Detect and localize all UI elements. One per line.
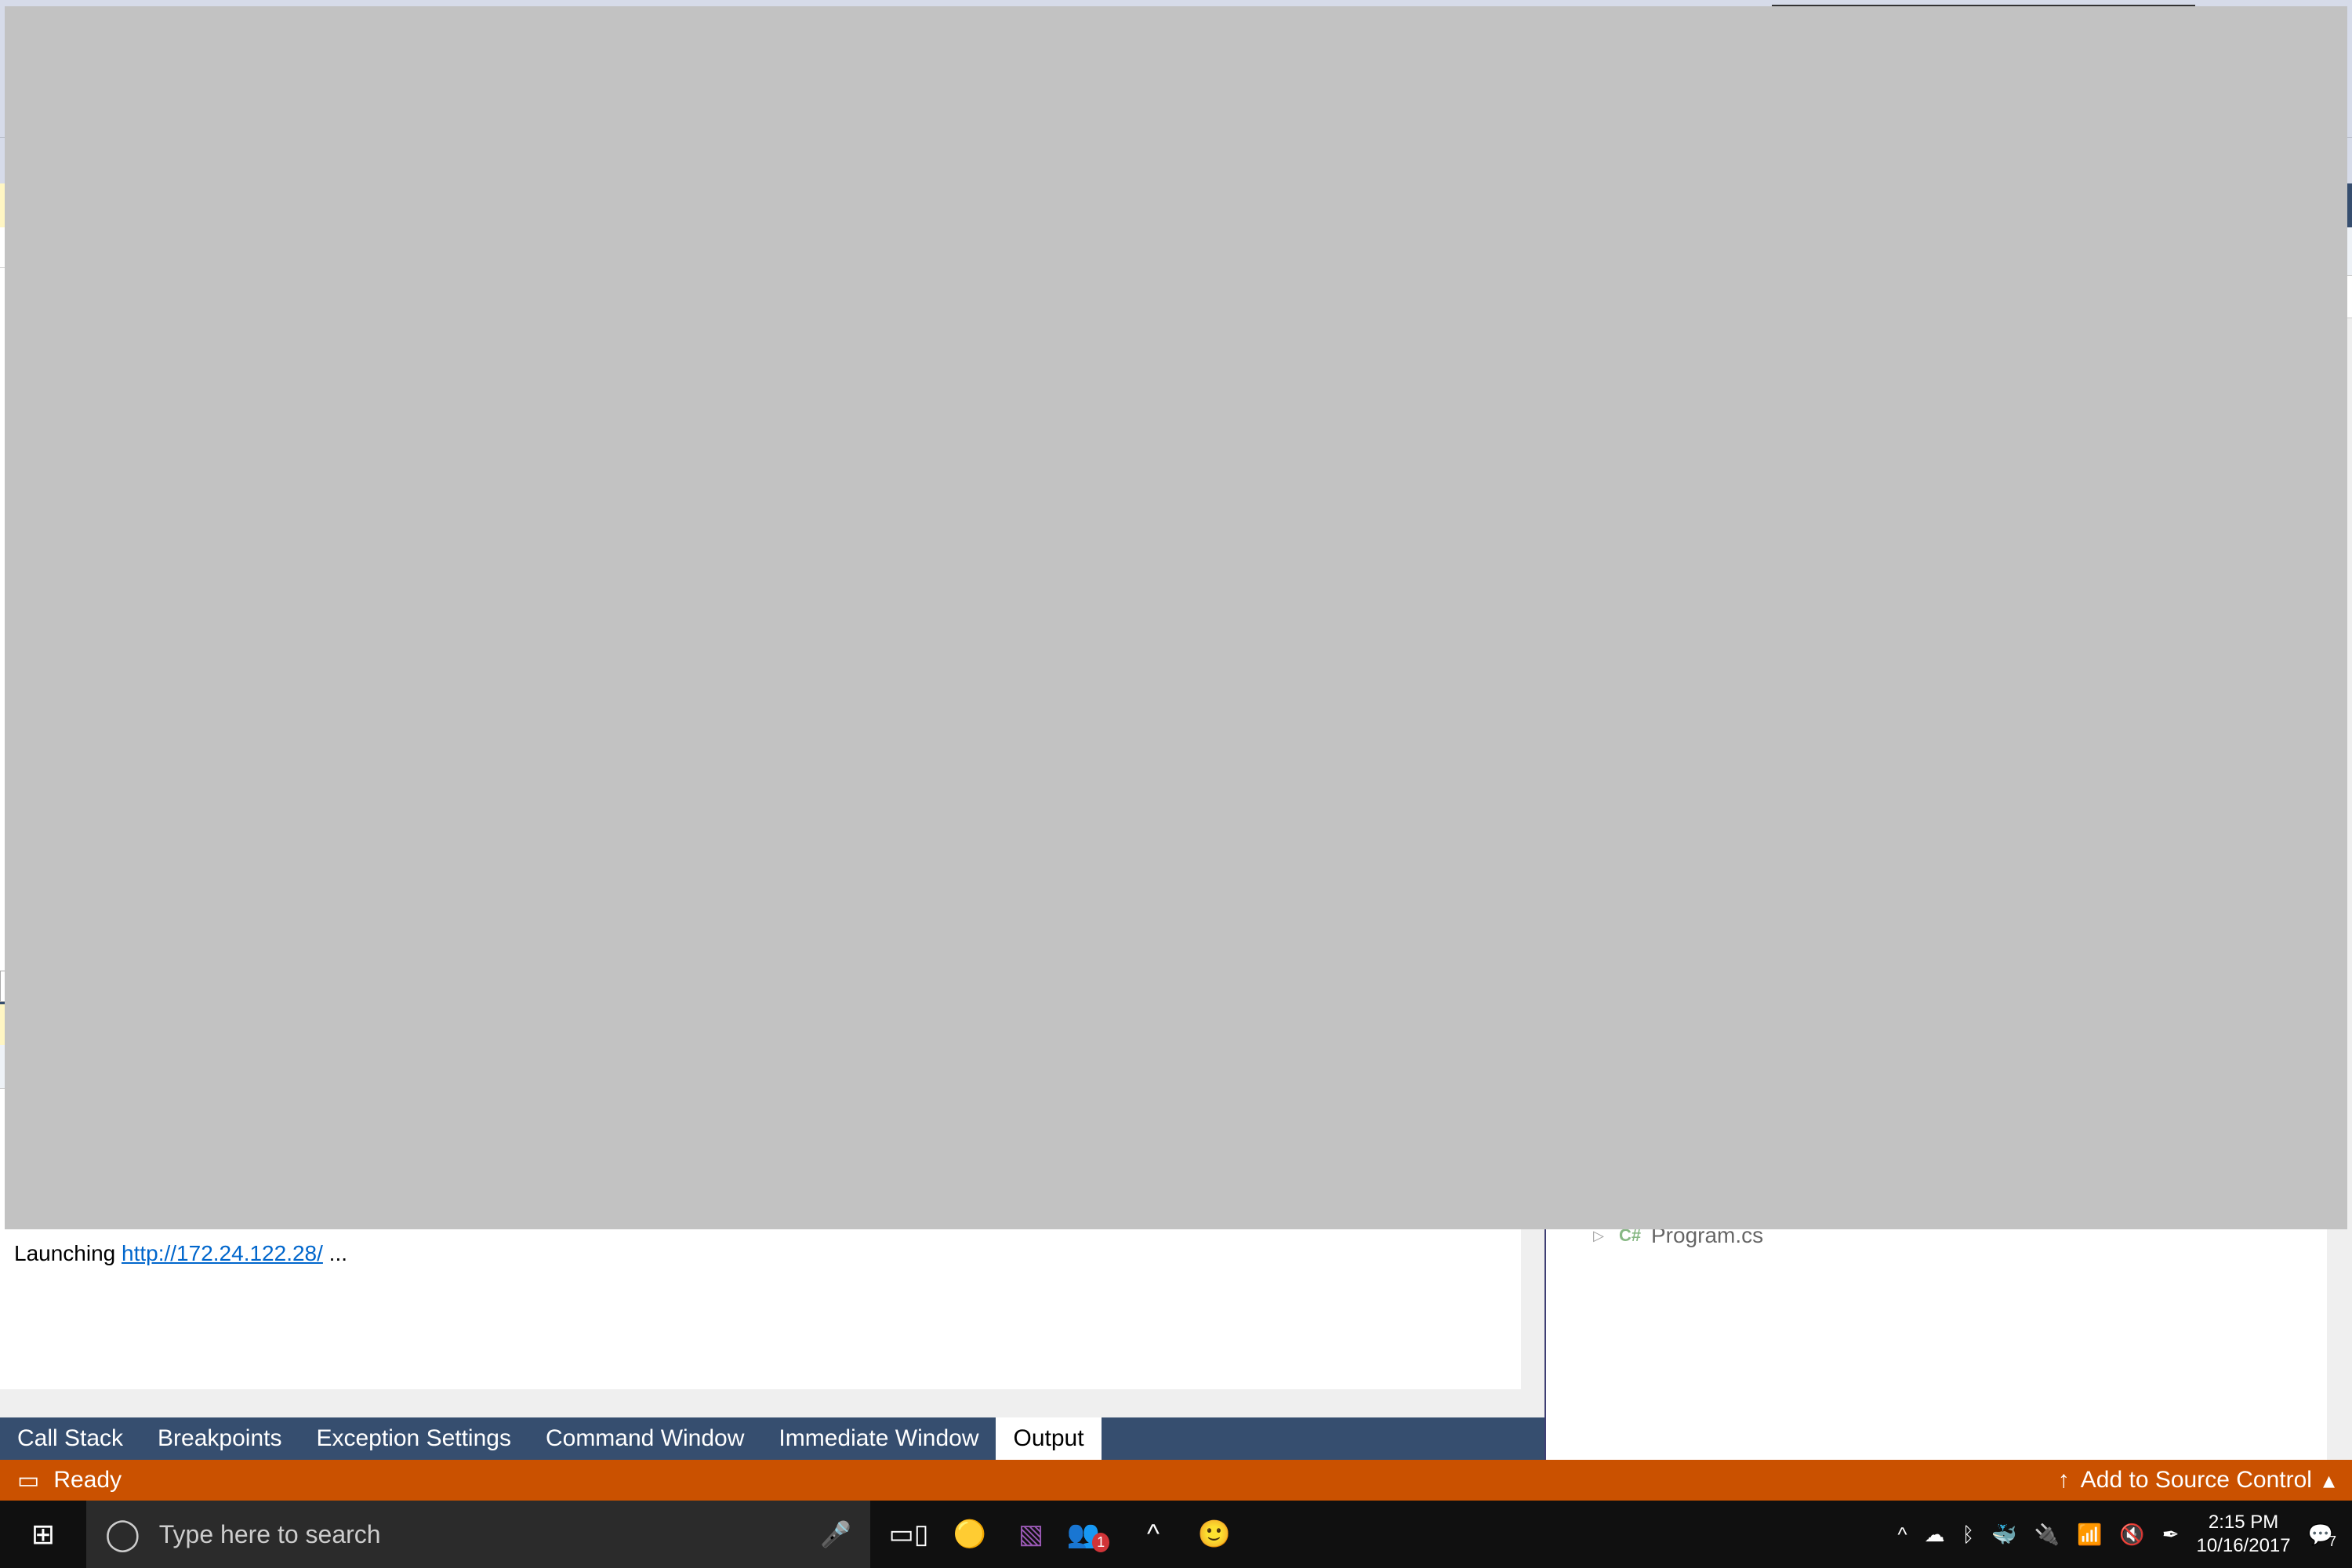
docker-tray-icon[interactable]: 🐳	[1991, 1523, 2016, 1547]
teams-icon[interactable]: 👥1	[1065, 1507, 1120, 1562]
tab-output[interactable]: Output	[996, 1417, 1101, 1460]
sln-vertical-scrollbar[interactable]	[2327, 318, 2352, 1460]
avatar-icon[interactable]: 🙂	[1187, 1507, 1242, 1562]
tray-overflow-icon[interactable]: ^	[1897, 1523, 1907, 1547]
status-icon: ▭	[17, 1467, 39, 1494]
tab-exception-settings[interactable]: Exception Settings	[299, 1417, 528, 1460]
tool-window-tabs: Call Stack Breakpoints Exception Setting…	[0, 1417, 1544, 1460]
start-button[interactable]: ⊞	[0, 1501, 86, 1568]
chevron-up-icon[interactable]: ▴	[2323, 1467, 2335, 1494]
tab-callstack[interactable]: Call Stack	[0, 1417, 140, 1460]
cortana-placeholder: Type here to search	[159, 1520, 381, 1549]
chevron-up-icon[interactable]: ^	[1126, 1507, 1181, 1562]
tab-breakpoints[interactable]: Breakpoints	[140, 1417, 299, 1460]
publish-icon[interactable]: ↑	[2058, 1467, 2070, 1494]
output-hscroll[interactable]	[0, 1389, 1544, 1417]
mic-icon[interactable]: 🎤	[820, 1519, 851, 1549]
status-ready: Ready	[53, 1467, 122, 1494]
tab-immediate-window[interactable]: Immediate Window	[761, 1417, 996, 1460]
volume-icon[interactable]: 🔇	[2119, 1523, 2144, 1547]
cortana-search[interactable]: ◯ Type here to search 🎤	[86, 1501, 870, 1568]
tab-command-window[interactable]: Command Window	[528, 1417, 761, 1460]
cloud-icon[interactable]: ☁	[1925, 1523, 1945, 1547]
clock[interactable]: 2:15 PM 10/16/2017	[2197, 1511, 2291, 1558]
action-center-icon[interactable]: 💬7	[2308, 1523, 2333, 1547]
task-view-icon[interactable]: ▭▯	[881, 1507, 936, 1562]
chrome-icon[interactable]: 🟡	[942, 1507, 997, 1562]
windows-taskbar: ⊞ ◯ Type here to search 🎤 ▭▯ 🟡 ▧ 👥1 ^ 🙂 …	[0, 1501, 2352, 1568]
bluetooth-icon[interactable]: ᛒ	[1962, 1523, 1975, 1547]
visual-studio-icon[interactable]: ▧	[1004, 1507, 1058, 1562]
output-url-link[interactable]: http://172.24.122.28/	[122, 1241, 323, 1265]
battery-icon[interactable]: 🔌	[2034, 1523, 2060, 1547]
status-bar: ▭ Ready ↑ Add to Source Control ▴	[0, 1460, 2352, 1501]
expander-icon[interactable]: ▷	[1588, 1228, 1609, 1244]
pen-icon[interactable]: ✒	[2162, 1523, 2180, 1547]
source-control-button[interactable]: Add to Source Control	[2081, 1467, 2312, 1494]
wifi-icon[interactable]: 📶	[2077, 1523, 2102, 1547]
cortana-icon: ◯	[105, 1516, 140, 1552]
